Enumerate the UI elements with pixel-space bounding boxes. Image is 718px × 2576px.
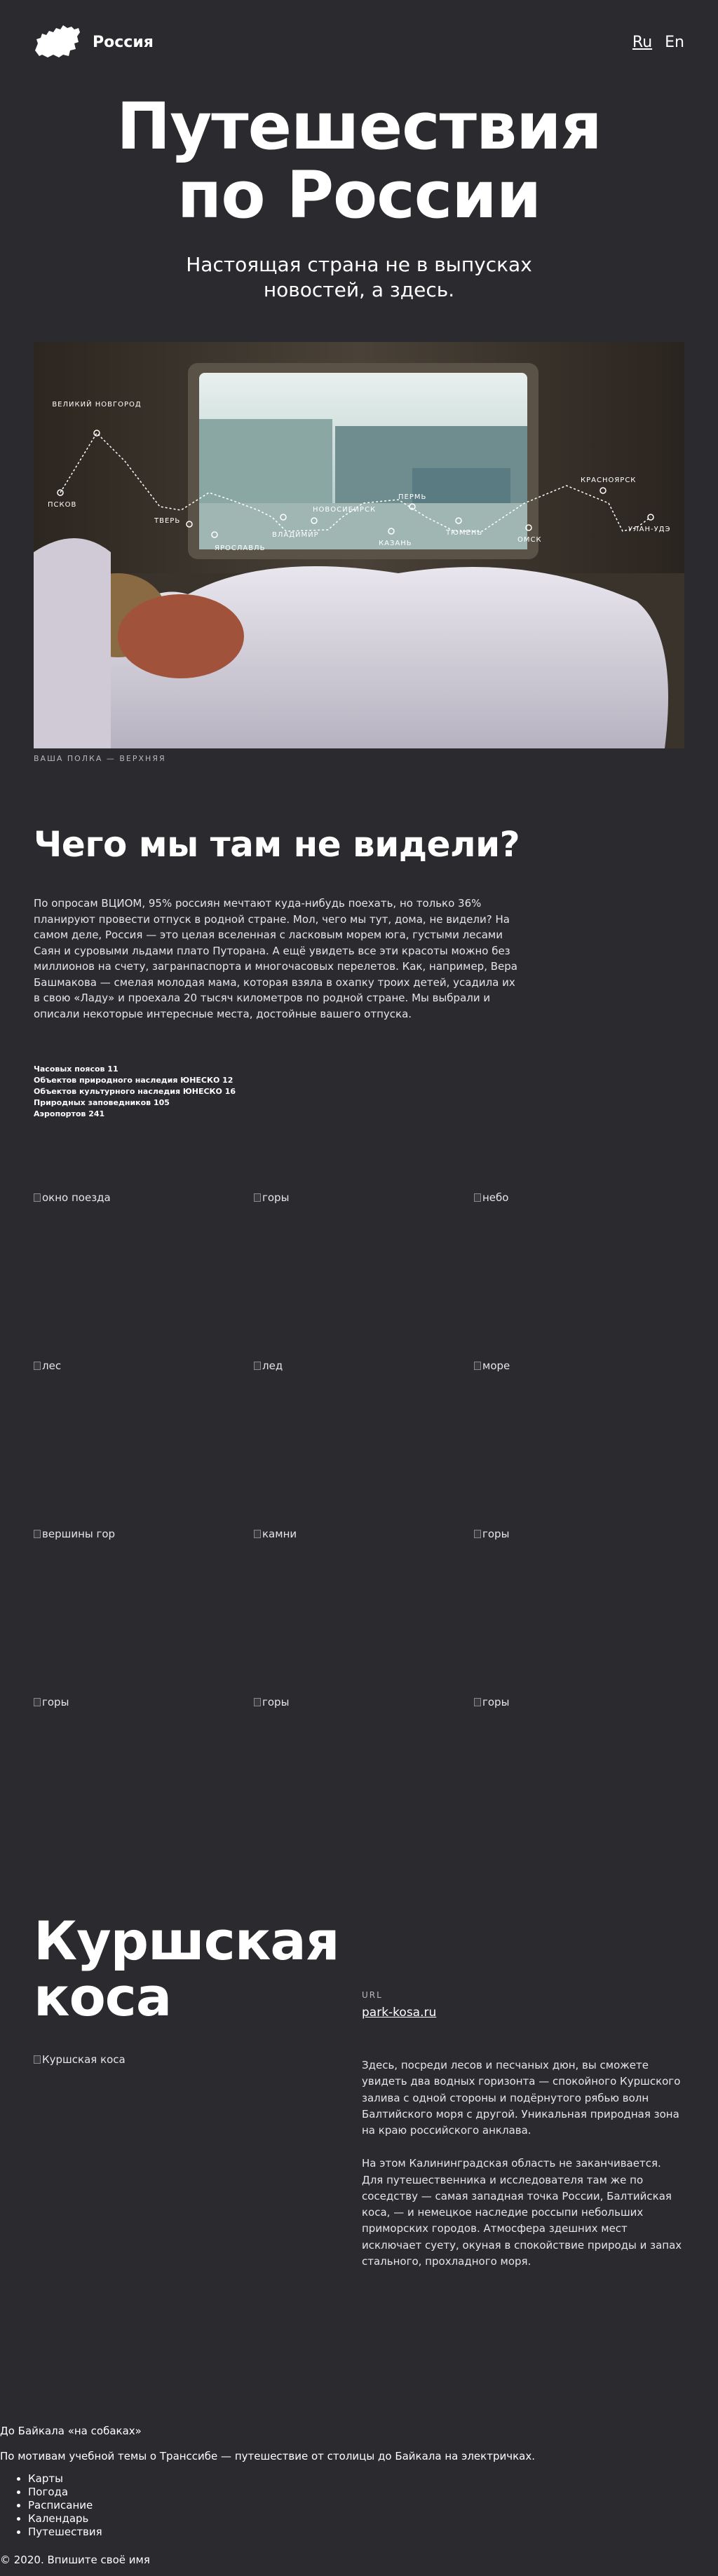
gallery-tile[interactable]: горы — [474, 1528, 684, 1696]
gallery-image-alt: лес — [42, 1359, 62, 1372]
brand[interactable]: Россия — [34, 22, 154, 62]
place-title-line: коса — [34, 1965, 172, 2028]
gallery-tile[interactable]: горы — [254, 1191, 474, 1359]
place-description: Здесь, посреди лесов и песчаных дюн, вы … — [362, 2057, 684, 2270]
photo-gallery: окно поезда горы небо лес лед море верши… — [34, 1191, 684, 1864]
broken-image-icon — [254, 1362, 261, 1370]
broken-image-icon — [34, 1698, 41, 1706]
intro-paragraph: По опросам ВЦИОМ, 95% россиян мечтают ку… — [34, 897, 517, 1020]
route-label: ПЕРМЬ — [398, 493, 426, 501]
lang-en-link[interactable]: En — [665, 34, 684, 51]
footer-links: Карты Погода Расписание Календарь Путеше… — [28, 2472, 102, 2539]
place-title: Куршская коса — [34, 1913, 339, 2025]
gallery-tile[interactable]: лед — [254, 1359, 474, 1528]
gallery-image-alt: небо — [482, 1191, 509, 1204]
place-url-link[interactable]: park-kosa.ru — [362, 2006, 436, 2020]
footer-title: До Байкала «на собаках» — [0, 2425, 142, 2437]
lang-ru-link[interactable]: Ru — [632, 34, 652, 51]
place-paragraph: На этом Калининградская область не закан… — [362, 2157, 682, 2268]
stat-item: Природных заповедников 105 — [34, 1097, 170, 1107]
gallery-image-alt: камни — [262, 1528, 297, 1540]
route-label: ЯРОСЛАВЛЬ — [215, 544, 265, 552]
gallery-image-alt: горы — [262, 1696, 290, 1708]
page-subtitle-line: Настоящая страна не в выпусках — [186, 253, 532, 276]
place-paragraph: Здесь, посреди лесов и песчаных дюн, вы … — [362, 2059, 681, 2137]
stat-item: Часовых поясов 11 — [34, 1064, 118, 1074]
russia-map-logo-icon — [35, 25, 80, 57]
photo-caption: ВАША ПОЛКА — ВЕРХНЯЯ — [34, 754, 166, 763]
route-label: ПСКОВ — [48, 501, 76, 509]
page-subtitle-line: новостей, а здесь. — [263, 278, 455, 302]
footer-link-calendar[interactable]: Календарь — [28, 2512, 88, 2525]
gallery-image-alt: окно поезда — [42, 1191, 111, 1204]
gallery-tile[interactable]: окно поезда — [34, 1191, 254, 1359]
route-label: ТВЕРЬ — [154, 517, 180, 525]
gallery-image-alt: горы — [482, 1528, 510, 1540]
stat-item: Объектов природного наследия ЮНЕСКО 12 — [34, 1075, 233, 1085]
hero-photo: ПСКОВ ВЕЛИКИЙ НОВГОРОД ТВЕРЬ ЯРОСЛАВЛЬ В… — [34, 342, 684, 748]
page-subtitle: Настоящая страна не в выпусках новостей,… — [0, 252, 718, 303]
gallery-image-alt: лед — [262, 1359, 283, 1372]
stat-item: Объектов культурного наследия ЮНЕСКО 16 — [34, 1086, 236, 1096]
footer-link-travel[interactable]: Путешествия — [28, 2526, 102, 2538]
gallery-image-alt: море — [482, 1359, 510, 1372]
gallery-tile[interactable]: горы — [34, 1696, 254, 1864]
stat-item: Аэропортов 241 — [34, 1109, 105, 1118]
page-title-line: Путешествия — [116, 89, 602, 164]
route-label: ТЮМЕНЬ — [445, 529, 482, 537]
broken-image-icon — [254, 1698, 261, 1706]
route-label: ВЛАДИМИР — [272, 531, 319, 539]
broken-image-icon — [474, 1362, 481, 1370]
route-label: ВЕЛИКИЙ НОВГОРОД — [52, 399, 141, 409]
broken-image-icon — [474, 1193, 481, 1202]
gallery-tile[interactable]: камни — [254, 1528, 474, 1696]
gallery-tile[interactable]: лес — [34, 1359, 254, 1528]
gallery-image-alt: горы — [42, 1696, 69, 1708]
train-compartment-illustration: ПСКОВ ВЕЛИКИЙ НОВГОРОД ТВЕРЬ ЯРОСЛАВЛЬ В… — [34, 342, 684, 748]
place-image: Куршская коса — [34, 2053, 126, 2066]
footer-link-weather[interactable]: Погода — [28, 2486, 68, 2498]
broken-image-icon — [34, 1362, 41, 1370]
gallery-tile[interactable]: море — [474, 1359, 684, 1528]
gallery-tile[interactable]: вершины гор — [34, 1528, 254, 1696]
page-title: Путешествия по России — [0, 93, 718, 229]
broken-image-icon — [34, 1530, 41, 1538]
route-label: КАЗАНЬ — [379, 540, 412, 547]
url-label: URL — [362, 1990, 383, 2000]
footer-description: По мотивам учебной темы о Транссибе — пу… — [0, 2450, 535, 2462]
brand-name: Россия — [93, 33, 154, 51]
broken-image-icon — [474, 1530, 481, 1538]
language-switcher: Ru En — [632, 34, 684, 51]
place-title-line: Куршская — [34, 1910, 339, 1972]
route-label: КРАСНОЯРСК — [581, 477, 636, 484]
gallery-tile[interactable]: небо — [474, 1191, 684, 1359]
copyright: © 2020. Впишите своё имя — [0, 2554, 150, 2566]
section-heading: Чего мы там не видели? — [34, 824, 520, 865]
site-header: Россия Ru En — [34, 20, 684, 64]
stats-list: Часовых поясов 11 Объектов природного на… — [34, 1064, 236, 1120]
broken-image-icon — [34, 2055, 41, 2064]
gallery-image-alt: горы — [262, 1191, 290, 1204]
route-label: НОВОСИБИРСК — [313, 506, 376, 514]
broken-image-icon — [254, 1530, 261, 1538]
place-image-alt: Куршская коса — [42, 2053, 126, 2066]
broken-image-icon — [474, 1698, 481, 1706]
footer-link-maps[interactable]: Карты — [28, 2472, 63, 2485]
route-label: ОМСК — [517, 536, 542, 544]
broken-image-icon — [34, 1193, 41, 1202]
footer-link-schedule[interactable]: Расписание — [28, 2499, 93, 2512]
gallery-image-alt: горы — [482, 1696, 510, 1708]
gallery-tile[interactable]: горы — [254, 1696, 474, 1864]
gallery-tile[interactable]: горы — [474, 1696, 684, 1864]
gallery-image-alt: вершины гор — [42, 1528, 116, 1540]
broken-image-icon — [254, 1193, 261, 1202]
route-label: УЛАН-УДЭ — [628, 526, 670, 533]
page-title-line: по России — [177, 157, 541, 233]
